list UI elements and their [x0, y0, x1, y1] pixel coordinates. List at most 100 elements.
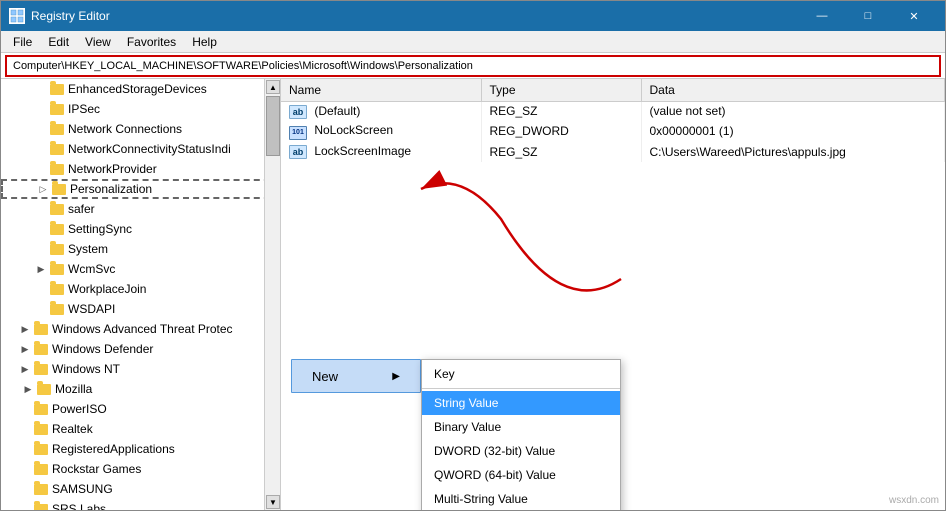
reg-name: 101 NoLockScreen [281, 121, 481, 142]
table-row[interactable]: ab (Default) REG_SZ (value not set) [281, 101, 945, 121]
submenu-item-qword-value[interactable]: QWORD (64-bit) Value [422, 463, 620, 487]
tree-item-personalization[interactable]: ▷ Personalization [1, 179, 280, 199]
list-item[interactable]: EnhancedStorageDevices [1, 79, 280, 99]
expand-icon [17, 501, 33, 510]
window-controls: — □ ✕ [799, 1, 937, 31]
tree-item-label: EnhancedStorageDevices [68, 82, 207, 96]
expand-icon [33, 101, 49, 117]
close-button[interactable]: ✕ [891, 1, 937, 31]
menu-bar: File Edit View Favorites Help [1, 31, 945, 53]
folder-icon [33, 341, 49, 357]
expand-icon [17, 481, 33, 497]
submenu-item-dword-value[interactable]: DWORD (32-bit) Value [422, 439, 620, 463]
expand-icon [33, 81, 49, 97]
folder-icon [33, 441, 49, 457]
table-row[interactable]: ab LockScreenImage REG_SZ C:\Users\Waree… [281, 142, 945, 162]
address-input[interactable] [5, 55, 941, 77]
expand-icon [17, 401, 33, 417]
menu-view[interactable]: View [77, 33, 119, 51]
folder-icon [51, 181, 67, 197]
menu-edit[interactable]: Edit [40, 33, 77, 51]
folder-icon [49, 301, 65, 317]
tree-item-label: Network Connections [68, 122, 182, 136]
table-row[interactable]: 101 NoLockScreen REG_DWORD 0x00000001 (1… [281, 121, 945, 142]
list-item[interactable]: WSDAPI [1, 299, 280, 319]
submenu-item-key[interactable]: Key [422, 362, 620, 386]
tree-item-label: System [68, 242, 108, 256]
col-data: Data [641, 79, 945, 101]
list-item[interactable]: ▶ Windows Defender [1, 339, 280, 359]
col-name: Name [281, 79, 481, 101]
folder-icon [49, 241, 65, 257]
list-item[interactable]: safer [1, 199, 280, 219]
expand-icon [17, 461, 33, 477]
scroll-thumb[interactable] [266, 96, 280, 156]
expand-icon [33, 281, 49, 297]
registry-editor-window: Registry Editor — □ ✕ File Edit View Fav… [0, 0, 946, 511]
expand-icon [17, 441, 33, 457]
list-item[interactable]: ▶ Windows Advanced Threat Protec [1, 319, 280, 339]
expand-icon [33, 241, 49, 257]
tree-item-label: NetworkProvider [68, 162, 157, 176]
expand-icon: ▶ [33, 261, 49, 277]
tree-item-label: RegisteredApplications [52, 442, 175, 456]
tree-scroll[interactable]: EnhancedStorageDevices IPSec Network Con… [1, 79, 280, 510]
expand-icon: ▶ [17, 341, 33, 357]
list-item[interactable]: NetworkProvider [1, 159, 280, 179]
reg-type: REG_SZ [481, 101, 641, 121]
col-type: Type [481, 79, 641, 101]
list-item[interactable]: NetworkConnectivityStatusIndi [1, 139, 280, 159]
dword-icon: 101 [289, 126, 307, 140]
folder-icon [33, 421, 49, 437]
folder-icon [49, 221, 65, 237]
submenu-item-multistring-value[interactable]: Multi-String Value [422, 487, 620, 510]
tree-item-label: NetworkConnectivityStatusIndi [68, 142, 231, 156]
list-item[interactable]: Rockstar Games [1, 459, 280, 479]
scroll-down-arrow[interactable]: ▼ [266, 495, 280, 509]
submenu-item-binary-value[interactable]: Binary Value [422, 415, 620, 439]
list-item[interactable]: System [1, 239, 280, 259]
list-item[interactable]: SRS Labs [1, 499, 280, 510]
list-item[interactable]: IPSec [1, 99, 280, 119]
list-item[interactable]: RegisteredApplications [1, 439, 280, 459]
tree-scrollbar[interactable]: ▲ ▼ [264, 79, 280, 510]
list-item[interactable]: SettingSync [1, 219, 280, 239]
menu-file[interactable]: File [5, 33, 40, 51]
list-item[interactable]: SAMSUNG [1, 479, 280, 499]
list-item[interactable]: WorkplaceJoin [1, 279, 280, 299]
list-item[interactable]: ▶ WcmSvc [1, 259, 280, 279]
new-button[interactable]: New ▶ [291, 359, 421, 393]
expand-icon: ▶ [20, 381, 36, 397]
tree-item-label: Windows Defender [52, 342, 153, 356]
submenu-item-label: Key [434, 367, 455, 381]
reg-data: (value not set) [641, 101, 945, 121]
expand-icon [33, 121, 49, 137]
folder-icon [33, 501, 49, 510]
main-content: EnhancedStorageDevices IPSec Network Con… [1, 79, 945, 510]
folder-icon [49, 81, 65, 97]
folder-icon [49, 201, 65, 217]
folder-icon [49, 121, 65, 137]
list-item[interactable]: PowerISO [1, 399, 280, 419]
list-item[interactable]: ▶ Mozilla [1, 379, 280, 399]
menu-favorites[interactable]: Favorites [119, 33, 184, 51]
expand-icon [33, 141, 49, 157]
minimize-button[interactable]: — [799, 1, 845, 31]
tree-item-label: Realtek [52, 422, 93, 436]
submenu-item-string-value[interactable]: String Value [422, 391, 620, 415]
folder-icon [36, 381, 52, 397]
tree-item-label: SRS Labs [52, 502, 106, 510]
folder-icon [33, 401, 49, 417]
expand-icon [33, 161, 49, 177]
maximize-button[interactable]: □ [845, 1, 891, 31]
tree-item-label: SAMSUNG [52, 482, 113, 496]
submenu-item-label: QWORD (64-bit) Value [434, 468, 556, 482]
app-icon [9, 8, 25, 24]
list-item[interactable]: Realtek [1, 419, 280, 439]
list-item[interactable]: Network Connections [1, 119, 280, 139]
reg-name: ab LockScreenImage [281, 142, 481, 162]
reg-type: REG_SZ [481, 142, 641, 162]
list-item[interactable]: ▶ Windows NT [1, 359, 280, 379]
scroll-up-arrow[interactable]: ▲ [266, 80, 280, 94]
menu-help[interactable]: Help [184, 33, 225, 51]
